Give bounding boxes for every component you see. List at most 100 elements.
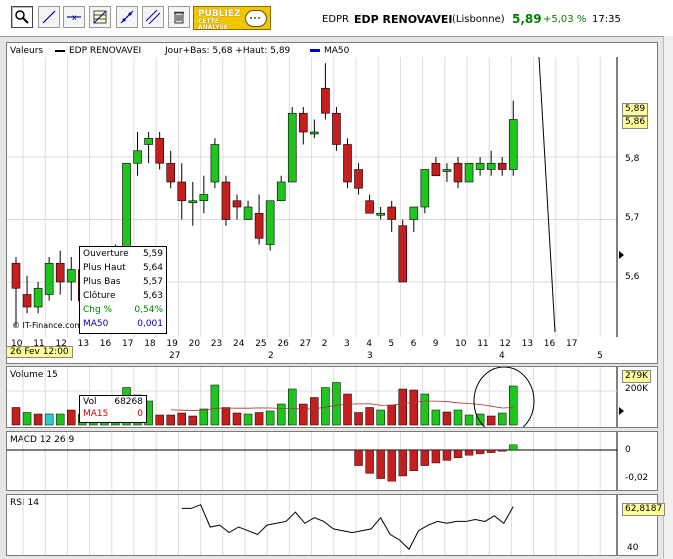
candle-1 xyxy=(22,294,32,308)
volume-bar-5 xyxy=(67,409,76,426)
speech-bubble-icon xyxy=(245,10,267,27)
ma15-label: MA15 xyxy=(83,409,109,419)
candle-27 xyxy=(310,131,319,135)
candle-16 xyxy=(188,200,198,204)
candle-19 xyxy=(221,181,231,220)
volume-bar-4 xyxy=(55,413,65,426)
candle-12 xyxy=(144,137,153,145)
y-tick-5-8: 5,8 xyxy=(625,154,640,164)
info-value-ma50: 0,001 xyxy=(137,319,163,329)
candle-41 xyxy=(464,162,474,183)
info-label-high: Plus Haut xyxy=(83,263,126,273)
candle-24 xyxy=(276,181,286,202)
channel-tool-button[interactable] xyxy=(142,6,164,28)
series-swatch xyxy=(55,49,65,52)
legend-series: EDP RENOVAVEI xyxy=(55,46,141,56)
macd-bar-3 xyxy=(387,449,396,482)
x-tick-10: 24 xyxy=(233,339,245,349)
candle-5 xyxy=(66,269,76,283)
line-tool-button[interactable] xyxy=(38,6,60,28)
horizontal-line-tool-button[interactable]: x xyxy=(63,6,85,28)
scroll-right-arrow-icon[interactable] xyxy=(619,251,624,259)
volume-bar-41 xyxy=(464,414,474,426)
x-subtick-4: 5 xyxy=(597,351,603,361)
volume-scroll-arrow-icon[interactable] xyxy=(619,407,624,415)
x-tick-24: 16 xyxy=(543,339,556,349)
price-panel: Valeurs EDP RENOVAVEI Jour+Bas: 5,68 +Ha… xyxy=(6,42,658,364)
macd-bar-9 xyxy=(453,449,463,459)
fibonacci-tool-button[interactable] xyxy=(89,6,111,28)
publish-analysis-banner[interactable]: PUBLIEZ CETTE ANALYSE xyxy=(193,6,271,31)
copyright: © IT-Finance.com xyxy=(12,321,83,330)
ma-swatch xyxy=(310,49,320,52)
candle-30 xyxy=(343,144,352,183)
volume-bar-39 xyxy=(442,411,452,426)
volume-panel: Volume 15 279K 200K Vol 68268 MA15 0 xyxy=(6,366,658,428)
macd-bar-10 xyxy=(464,449,474,456)
macd-bar-13 xyxy=(498,449,507,452)
volume-bar-26 xyxy=(299,403,308,426)
info-label-low: Plus Bas xyxy=(83,277,121,287)
volume-bar-1 xyxy=(22,412,32,426)
volume-bar-3 xyxy=(44,413,54,426)
x-tick-12: 26 xyxy=(277,339,289,349)
x-tick-13: 27 xyxy=(299,339,312,349)
volume-bar-20 xyxy=(232,412,242,426)
volume-bar-33 xyxy=(376,409,385,426)
candle-14 xyxy=(166,162,175,183)
info-value-high: 5,64 xyxy=(142,263,163,273)
candle-40 xyxy=(453,162,463,183)
trash-icon xyxy=(174,11,184,24)
volume-bar-35 xyxy=(398,388,407,426)
candle-21 xyxy=(243,206,253,220)
horizontal-line-icon: x xyxy=(67,13,81,22)
x-tick-3: 13 xyxy=(77,339,90,349)
delete-tool-button[interactable] xyxy=(168,6,190,28)
volume-bar-16 xyxy=(188,415,198,426)
volume-bar-19 xyxy=(221,407,231,426)
volume-bar-36 xyxy=(409,389,419,426)
info-label-close: Clôture xyxy=(83,291,116,301)
rsi-tag: 62,8187 xyxy=(622,503,666,516)
price-tag-high: 5,89 xyxy=(622,103,649,116)
trend-tool-button[interactable] xyxy=(116,6,138,28)
volume-bar-0 xyxy=(11,407,21,426)
last-price: 5,89 xyxy=(512,12,542,26)
price-tag-close: 5,86 xyxy=(622,116,649,129)
volume-tag: 279K xyxy=(622,370,652,383)
candle-34 xyxy=(387,206,397,220)
macd-tick-zero: 0 xyxy=(625,445,631,455)
x-tick-17: 5 xyxy=(388,339,395,349)
info-value-low: 5,57 xyxy=(142,277,163,287)
macd-bar-1 xyxy=(365,449,374,474)
candle-35 xyxy=(398,225,408,283)
macd-chart[interactable] xyxy=(7,432,657,490)
rsi-panel: RSI 14 62,8187 40 xyxy=(6,494,666,556)
candle-36 xyxy=(409,206,419,220)
volume-bar-40 xyxy=(453,409,463,426)
x-subtick-2: 3 xyxy=(367,351,373,361)
candle-22 xyxy=(254,212,264,239)
candle-4 xyxy=(55,262,65,283)
zoom-tool-button[interactable] xyxy=(11,6,33,28)
vertical-scrollbar[interactable] xyxy=(663,36,673,559)
vol-label: Vol xyxy=(83,397,97,407)
volume-bar-44 xyxy=(497,412,507,426)
volume-bar-29 xyxy=(332,382,341,426)
info-label-open: Ouverture xyxy=(83,249,129,259)
ma50-line xyxy=(538,57,556,333)
volume-bar-38 xyxy=(431,409,441,426)
market-name: (Lisbonne) xyxy=(452,14,505,25)
ohlc-info-box: Ouverture 5,59 Plus Haut 5,64 Plus Bas 5… xyxy=(79,246,167,334)
magnifier-icon xyxy=(15,10,29,24)
rsi-chart[interactable] xyxy=(7,495,657,555)
draw-line-icon xyxy=(42,10,56,24)
candle-37 xyxy=(420,169,430,208)
volume-bar-45 xyxy=(509,385,518,426)
x-tick-19: 9 xyxy=(432,339,439,349)
candle-32 xyxy=(365,200,374,214)
svg-text:x: x xyxy=(72,13,77,22)
macd-bar-8 xyxy=(442,449,452,461)
x-tick-8: 20 xyxy=(188,339,201,349)
rsi-line xyxy=(181,504,514,551)
